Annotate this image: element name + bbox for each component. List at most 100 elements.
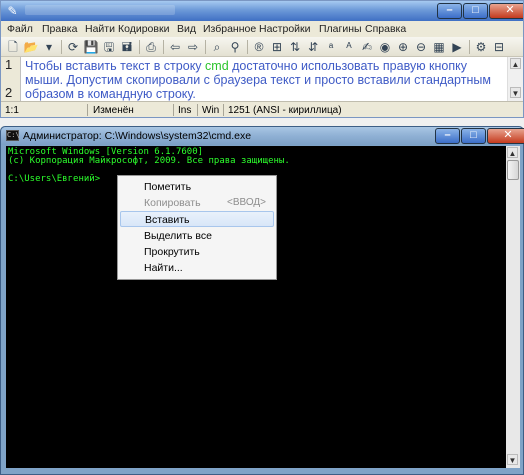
new-file-icon[interactable]: 🗋	[5, 39, 21, 55]
menu-item-select-all[interactable]: Выделить все	[120, 228, 274, 244]
menu-item-copy[interactable]: Копировать <ВВОД>	[120, 195, 274, 211]
menu-item-label: Найти...	[144, 262, 183, 274]
insert-mode[interactable]: Ins	[178, 105, 191, 116]
menu-view[interactable]: Вид	[177, 23, 196, 35]
status-divider	[223, 104, 224, 116]
status-divider	[87, 104, 88, 116]
menu-item-label: Прокрутить	[144, 246, 200, 258]
sort-asc-icon[interactable]: ⇅	[287, 39, 303, 55]
menu-bar: Файл Правка Найти Кодировки Вид Избранно…	[1, 21, 523, 37]
akelpad-title-blurred	[25, 5, 175, 15]
menu-item-scroll[interactable]: Прокрутить	[120, 244, 274, 260]
toolbar-separator	[139, 40, 140, 54]
menu-item-paste[interactable]: Вставить	[120, 211, 274, 227]
menu-find[interactable]: Найти	[85, 23, 115, 35]
reopen-icon[interactable]: ⟳	[65, 39, 81, 55]
maximize-button[interactable]: □	[463, 3, 488, 19]
modified-status: Изменён	[93, 105, 134, 116]
menu-item-mark[interactable]: Пометить	[120, 179, 274, 195]
editor-text[interactable]: Чтобы вставить текст в строку cmd достат…	[25, 59, 501, 101]
toolbar-separator	[469, 40, 470, 54]
menu-encodings[interactable]: Кодировки	[118, 23, 169, 35]
bookmark-icon[interactable]: ◉	[377, 39, 393, 55]
menu-item-shortcut: <ВВОД>	[227, 197, 267, 208]
menu-item-find[interactable]: Найти...	[120, 260, 274, 276]
line-number-gutter: 1 2	[1, 57, 21, 101]
akelpad-app-icon: ✎	[7, 4, 18, 18]
console-prompt: C:\Users\Евгений>	[8, 174, 101, 184]
scroll-up-icon[interactable]: ▲	[507, 147, 518, 158]
play-icon[interactable]: ▶	[449, 39, 465, 55]
settings-gear-icon[interactable]: ⚙	[473, 39, 489, 55]
undo-icon[interactable]: ⇦	[167, 39, 183, 55]
toolbar: 🗋 📂 ▾ ⟳ 💾 🖫 🖬 ⎙ ⇦ ⇨ ⌕ ⚲ ® ⊞ ⇅ ⇵ ᵃ ᴬ ✍ ◉ …	[1, 37, 523, 57]
find-icon[interactable]: ⌕	[209, 39, 225, 55]
text-segment: Чтобы вставить текст в строку	[25, 59, 206, 73]
status-bar: 1:1 Изменён Ins Win 1251 (ANSI - кирилли…	[1, 101, 523, 117]
encoding-status[interactable]: 1251 (ANSI - кириллица)	[228, 105, 342, 116]
convert-case-2-icon[interactable]: ᴬ	[341, 39, 357, 55]
close-button[interactable]: ✕	[489, 3, 523, 19]
scroll-up-icon[interactable]: ▲	[510, 58, 521, 69]
scroll-down-icon[interactable]: ▼	[507, 454, 518, 465]
save-icon[interactable]: 💾	[83, 39, 99, 55]
highlighted-word: cmd	[205, 59, 229, 73]
status-divider	[173, 104, 174, 116]
table-icon[interactable]: ▦	[431, 39, 447, 55]
console-vertical-scrollbar[interactable]: ▲ ▼	[506, 146, 520, 468]
toolbar-separator	[205, 40, 206, 54]
menu-help[interactable]: Справка	[365, 23, 406, 35]
toolbar-separator	[247, 40, 248, 54]
menu-item-label: Копировать	[144, 197, 201, 209]
editor-line: мыши. Допустим скопировали с браузера те…	[25, 73, 491, 87]
context-menu: Пометить Копировать <ВВОД> Вставить Выде…	[117, 175, 277, 280]
open-folder-icon[interactable]: 📂	[23, 39, 39, 55]
menu-plugins[interactable]: Плагины	[319, 23, 362, 35]
line-number: 2	[5, 85, 13, 100]
toolbar-separator	[61, 40, 62, 54]
split-view-icon[interactable]: ⊟	[491, 39, 507, 55]
line-number: 1	[5, 57, 13, 72]
word-wrap-icon[interactable]: ⊞	[269, 39, 285, 55]
replace-icon[interactable]: ⚲	[227, 39, 243, 55]
menu-item-label: Вставить	[145, 214, 190, 226]
newline-format[interactable]: Win	[202, 105, 219, 116]
akelpad-window: ✎ – □ ✕ Файл Правка Найти Кодировки Вид …	[0, 0, 524, 118]
record-icon[interactable]: ⊕	[395, 39, 411, 55]
editor-vertical-scrollbar[interactable]: ▲ ▼	[507, 57, 523, 101]
highlight-icon[interactable]: ✍	[359, 39, 375, 55]
menu-edit[interactable]: Правка	[42, 23, 77, 35]
recent-files-icon[interactable]: ▾	[41, 39, 57, 55]
maximize-button[interactable]: □	[461, 128, 486, 144]
print-icon[interactable]: ⎙	[143, 39, 159, 55]
menu-settings[interactable]: Настройки	[259, 23, 311, 35]
minimize-button[interactable]: –	[435, 128, 460, 144]
editor-line: образом в командную строку.	[25, 87, 196, 101]
redo-icon[interactable]: ⇨	[185, 39, 201, 55]
minimize-button[interactable]: –	[437, 3, 462, 19]
close-button[interactable]: ✕	[487, 128, 524, 144]
save-as-icon[interactable]: 🖫	[101, 39, 117, 55]
console-line: (c) Корпорация Майкрософт, 2009. Все пра…	[8, 156, 290, 166]
sort-desc-icon[interactable]: ⇵	[305, 39, 321, 55]
editor-line: Чтобы вставить текст в строку cmd достат…	[25, 59, 501, 73]
menu-item-label: Пометить	[144, 181, 192, 193]
text-segment: достаточно использовать правую кнопку	[228, 59, 467, 73]
menu-favorites[interactable]: Избранное	[203, 23, 256, 35]
menu-file[interactable]: Файл	[7, 23, 33, 35]
cursor-position: 1:1	[5, 105, 19, 116]
scroll-down-icon[interactable]: ▼	[510, 87, 521, 98]
read-only-icon[interactable]: ®	[251, 39, 267, 55]
scroll-thumb[interactable]	[507, 160, 519, 180]
menu-item-label: Выделить все	[144, 230, 212, 242]
status-divider	[197, 104, 198, 116]
remove-icon[interactable]: ⊖	[413, 39, 429, 55]
toolbar-separator	[163, 40, 164, 54]
akelpad-title-bar[interactable]: ✎ – □ ✕	[1, 1, 523, 21]
editor-area[interactable]: 1 2 Чтобы вставить текст в строку cmd до…	[1, 57, 523, 101]
console-app-icon: C:\	[6, 130, 20, 141]
cmd-window-title: Администратор: C:\Windows\system32\cmd.e…	[23, 130, 252, 142]
cmd-title-bar[interactable]: C:\ Администратор: C:\Windows\system32\c…	[1, 127, 524, 145]
save-all-icon[interactable]: 🖬	[119, 39, 135, 55]
convert-case-icon[interactable]: ᵃ	[323, 39, 339, 55]
